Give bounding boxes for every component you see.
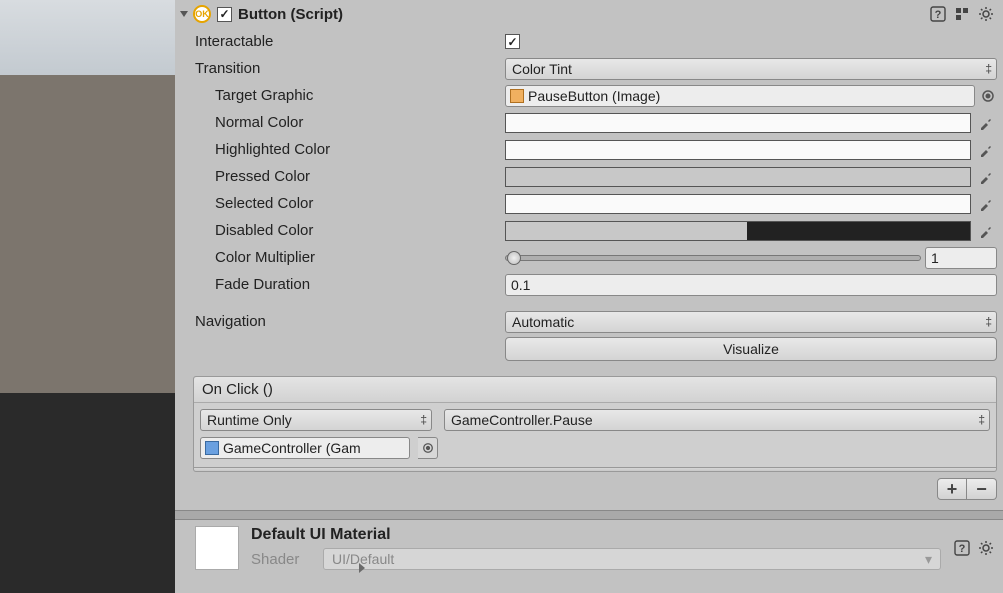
image-type-icon bbox=[510, 89, 524, 103]
material-section: Default UI Material Shader UI/Default ? bbox=[175, 520, 1003, 570]
normal-color-label: Normal Color bbox=[193, 114, 505, 131]
expand-handle-icon[interactable] bbox=[355, 559, 369, 577]
transition-label: Transition bbox=[193, 60, 505, 77]
color-multiplier-label: Color Multiplier bbox=[193, 249, 505, 266]
transition-dropdown[interactable]: Color Tint bbox=[505, 58, 997, 80]
gear-icon[interactable] bbox=[977, 539, 995, 557]
component-header[interactable]: OK Button (Script) ? bbox=[175, 0, 1003, 28]
visualize-button[interactable]: Visualize bbox=[505, 337, 997, 361]
target-graphic-row: Target Graphic PauseButton (Image) bbox=[193, 82, 997, 109]
object-picker-icon[interactable] bbox=[979, 85, 997, 107]
runtime-dropdown[interactable]: Runtime Only bbox=[200, 409, 432, 431]
gameobject-type-icon bbox=[205, 441, 219, 455]
target-graphic-label: Target Graphic bbox=[193, 87, 505, 104]
remove-button[interactable]: − bbox=[967, 478, 997, 500]
onclick-target-field[interactable]: GameController (Gam bbox=[200, 437, 410, 459]
scene-view-sky bbox=[0, 0, 175, 75]
selected-color-swatch[interactable] bbox=[505, 194, 971, 214]
navigation-label: Navigation bbox=[193, 313, 505, 330]
highlighted-color-swatch[interactable] bbox=[505, 140, 971, 160]
pressed-color-label: Pressed Color bbox=[193, 168, 505, 185]
onclick-target-value: GameController (Gam bbox=[223, 440, 361, 456]
material-name: Default UI Material bbox=[251, 526, 941, 544]
interactable-label: Interactable bbox=[193, 33, 505, 50]
add-button[interactable]: + bbox=[937, 478, 967, 500]
normal-color-row: Normal Color bbox=[193, 109, 997, 136]
target-graphic-field[interactable]: PauseButton (Image) bbox=[505, 85, 975, 107]
disabled-color-row: Disabled Color bbox=[193, 217, 997, 244]
svg-text:?: ? bbox=[959, 543, 966, 555]
eyedropper-icon[interactable] bbox=[975, 166, 997, 188]
fade-duration-input[interactable]: 0.1 bbox=[505, 274, 997, 296]
help-icon[interactable]: ? bbox=[929, 5, 947, 23]
component-divider bbox=[175, 510, 1003, 520]
color-multiplier-input[interactable]: 1 bbox=[925, 247, 997, 269]
interactable-row: Interactable bbox=[193, 28, 997, 55]
svg-text:?: ? bbox=[935, 9, 942, 21]
highlighted-color-row: Highlighted Color bbox=[193, 136, 997, 163]
help-icon[interactable]: ? bbox=[953, 539, 971, 557]
object-picker-icon[interactable] bbox=[418, 437, 438, 459]
onclick-header: On Click () bbox=[194, 377, 996, 403]
list-add-remove: + − bbox=[175, 472, 1003, 500]
shader-label: Shader bbox=[251, 551, 313, 568]
material-preview[interactable] bbox=[195, 526, 239, 570]
navigation-row: Navigation Automatic bbox=[193, 308, 997, 335]
highlighted-color-label: Highlighted Color bbox=[193, 141, 505, 158]
function-dropdown[interactable]: GameController.Pause bbox=[444, 409, 990, 431]
preset-icon[interactable] bbox=[953, 5, 971, 23]
component-title: Button (Script) bbox=[238, 6, 343, 23]
pressed-color-row: Pressed Color bbox=[193, 163, 997, 190]
scene-view-ground bbox=[0, 75, 175, 393]
color-multiplier-row: Color Multiplier 1 bbox=[193, 244, 997, 271]
eyedropper-icon[interactable] bbox=[975, 112, 997, 134]
component-enabled-checkbox[interactable] bbox=[217, 7, 232, 22]
foldout-toggle-icon[interactable] bbox=[177, 7, 191, 21]
inspector-panel: OK Button (Script) ? Interactable bbox=[175, 0, 1003, 593]
script-ok-icon: OK bbox=[193, 5, 211, 23]
transition-row: Transition Color Tint bbox=[193, 55, 997, 82]
navigation-dropdown[interactable]: Automatic bbox=[505, 311, 997, 333]
gear-icon[interactable] bbox=[977, 5, 995, 23]
scene-view bbox=[0, 0, 175, 593]
interactable-checkbox[interactable] bbox=[505, 34, 520, 49]
target-graphic-value: PauseButton (Image) bbox=[528, 88, 660, 104]
selected-color-label: Selected Color bbox=[193, 195, 505, 212]
shader-dropdown[interactable]: UI/Default bbox=[323, 548, 941, 570]
selected-color-row: Selected Color bbox=[193, 190, 997, 217]
disabled-color-swatch[interactable] bbox=[505, 221, 971, 241]
slider-thumb[interactable] bbox=[507, 251, 521, 265]
eyedropper-icon[interactable] bbox=[975, 220, 997, 242]
onclick-entry-row-1: Runtime Only GameController.Pause bbox=[200, 409, 990, 431]
fade-duration-label: Fade Duration bbox=[193, 276, 505, 293]
disabled-color-label: Disabled Color bbox=[193, 222, 505, 239]
onclick-entry-row-2: GameController (Gam bbox=[200, 437, 990, 459]
pressed-color-swatch[interactable] bbox=[505, 167, 971, 187]
navigation-value: Automatic bbox=[512, 314, 574, 330]
visualize-row: Visualize bbox=[193, 335, 997, 362]
normal-color-swatch[interactable] bbox=[505, 113, 971, 133]
transition-value: Color Tint bbox=[512, 61, 572, 77]
eyedropper-icon[interactable] bbox=[975, 139, 997, 161]
scene-view-bottom bbox=[0, 393, 175, 593]
color-multiplier-slider[interactable] bbox=[505, 255, 921, 261]
onclick-section: On Click () Runtime Only GameController.… bbox=[193, 376, 997, 468]
fade-duration-row: Fade Duration 0.1 bbox=[193, 271, 997, 298]
eyedropper-icon[interactable] bbox=[975, 193, 997, 215]
